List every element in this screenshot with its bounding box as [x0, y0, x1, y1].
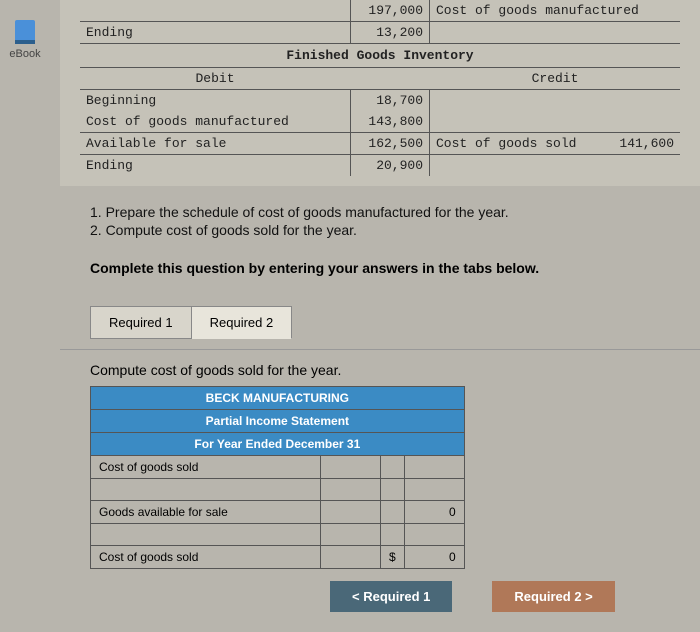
goods-available-value[interactable]: 0	[404, 501, 464, 524]
next-required-button[interactable]: Required 2 >	[492, 581, 614, 612]
input-cell[interactable]	[91, 479, 321, 501]
input-cell[interactable]	[381, 479, 405, 501]
instruction-2: 2. Compute cost of goods sold for the ye…	[90, 222, 670, 238]
input-cell[interactable]	[381, 456, 405, 479]
instructions: 1. Prepare the schedule of cost of goods…	[60, 186, 700, 250]
cogm-row-label: Cost of goods manufactured	[80, 111, 350, 132]
main-content: 197,000 Cost of goods manufactured Endin…	[60, 0, 700, 632]
cogs-row-label[interactable]: Cost of goods sold	[91, 456, 321, 479]
input-cell[interactable]	[91, 524, 321, 546]
nav-buttons: < Required 1 Required 2 >	[330, 581, 700, 632]
input-cell[interactable]	[321, 501, 381, 524]
cogs-value: 141,600	[619, 136, 674, 151]
input-cell[interactable]	[381, 524, 405, 546]
input-cell[interactable]	[404, 479, 464, 501]
cogm-label: Cost of goods manufactured	[436, 3, 639, 18]
tab-description: Compute cost of goods sold for the year.	[60, 349, 700, 386]
beginning-label: Beginning	[80, 90, 350, 111]
input-cell[interactable]	[321, 456, 381, 479]
input-cell[interactable]	[381, 501, 405, 524]
prev-required-button[interactable]: < Required 1	[330, 581, 452, 612]
ebook-label[interactable]: eBook	[0, 48, 50, 60]
ledger-section: 197,000 Cost of goods manufactured Endin…	[60, 0, 700, 186]
ending1-value: 13,200	[350, 22, 430, 43]
dollar-symbol: $	[381, 546, 405, 569]
goods-available-label[interactable]: Goods available for sale	[91, 501, 321, 524]
statement-header: Partial Income Statement	[91, 410, 465, 433]
input-cell[interactable]	[321, 546, 381, 569]
period-header: For Year Ended December 31	[91, 433, 465, 456]
ending-row-2: Ending	[80, 155, 350, 176]
input-cell[interactable]	[404, 524, 464, 546]
cogs-label: Cost of goods sold	[436, 136, 576, 151]
tab-required-2[interactable]: Required 2	[192, 306, 293, 339]
ending2-value: 20,900	[350, 155, 430, 176]
input-cell[interactable]	[321, 479, 381, 501]
ebook-sidebar: eBook	[0, 20, 50, 60]
input-cell[interactable]	[321, 524, 381, 546]
beginning-value: 18,700	[350, 90, 430, 111]
instruction-1: 1. Prepare the schedule of cost of goods…	[90, 204, 670, 220]
ending-row-1: Ending	[80, 22, 350, 43]
available-label: Available for sale	[80, 133, 350, 154]
company-header: BECK MANUFACTURING	[91, 387, 465, 410]
top-partial-value: 197,000	[350, 0, 430, 21]
cogs-total-label[interactable]: Cost of goods sold	[91, 546, 321, 569]
debit-header: Debit	[80, 68, 350, 89]
input-cell[interactable]	[404, 456, 464, 479]
available-value: 162,500	[350, 133, 430, 154]
ebook-icon[interactable]	[15, 20, 35, 44]
cogs-total-value[interactable]: 0	[404, 546, 464, 569]
complete-prompt: Complete this question by entering your …	[60, 250, 700, 286]
tab-row: Required 1 Required 2	[60, 286, 700, 349]
tab-required-1[interactable]: Required 1	[90, 306, 192, 339]
fg-inventory-title: Finished Goods Inventory	[80, 43, 680, 68]
cogm-row-value: 143,800	[350, 111, 430, 132]
answer-table: BECK MANUFACTURING Partial Income Statem…	[90, 386, 465, 569]
credit-header: Credit	[430, 68, 680, 89]
